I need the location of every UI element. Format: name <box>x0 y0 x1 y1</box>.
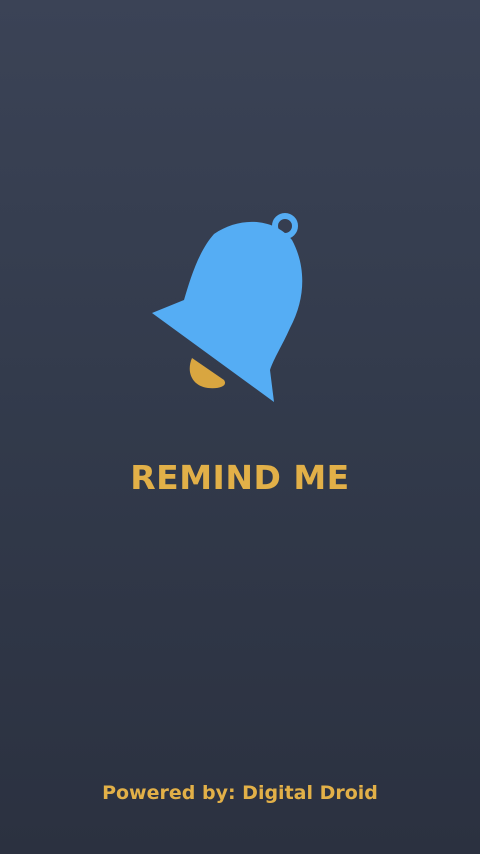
splash-screen: REMIND ME Powered by: Digital Droid <box>0 0 480 854</box>
powered-by-label: Powered by: Digital Droid <box>102 782 378 804</box>
app-title: REMIND ME <box>130 458 350 497</box>
bell-clapper <box>189 358 226 389</box>
bell-body <box>152 221 303 402</box>
bell-icon <box>140 200 340 410</box>
